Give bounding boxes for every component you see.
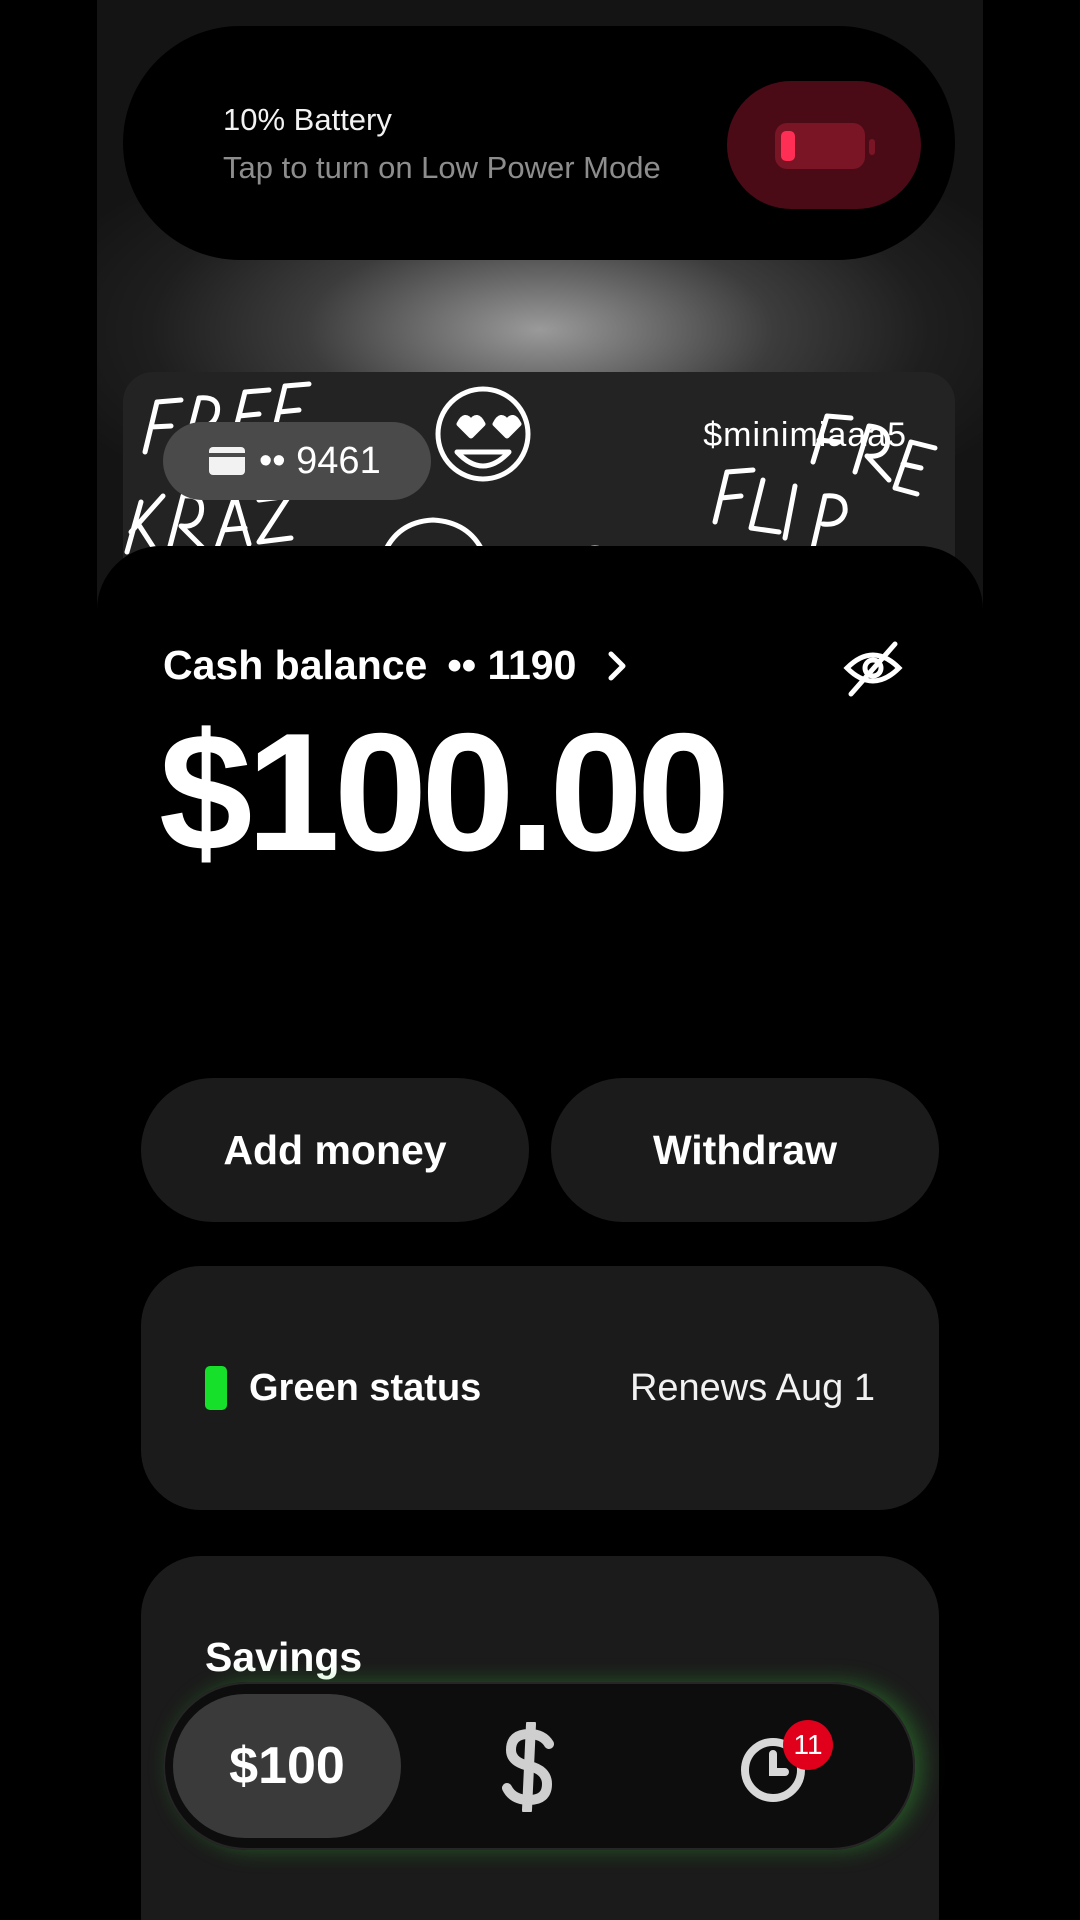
battery-low-icon (775, 123, 875, 169)
withdraw-button[interactable]: Withdraw (551, 1078, 939, 1222)
cashtag: $minimiaaa5 (703, 416, 907, 454)
activity-badge: 11 (783, 1720, 833, 1770)
low-power-mode-button[interactable] (727, 81, 921, 209)
savings-label: Savings (205, 1634, 363, 1680)
cash-balance-link[interactable]: Cash balance •• 1190 (163, 642, 636, 689)
status-label: Green status (249, 1367, 482, 1409)
renewal-date: Renews Aug 1 (629, 1367, 875, 1409)
eye-slash-icon[interactable] (841, 636, 905, 700)
phone-screen: 10% Battery Tap to turn on Low Power Mod… (97, 0, 983, 1920)
account-masked-number: •• 1190 (447, 642, 577, 688)
card-masked-number: •• 9461 (259, 439, 381, 482)
card-icon (209, 447, 245, 475)
status-indicator (205, 1366, 227, 1410)
card-number-chip[interactable]: •• 9461 (163, 422, 431, 500)
dollar-icon[interactable] (499, 1722, 559, 1812)
low-battery-notification[interactable]: 10% Battery Tap to turn on Low Power Mod… (123, 26, 955, 260)
green-status-card[interactable]: Green status Renews Aug 1 (141, 1266, 939, 1510)
tab-balance[interactable]: $100 (173, 1694, 401, 1838)
cash-balance-label: Cash balance (163, 642, 428, 688)
notification-title: 10% Battery (223, 102, 392, 137)
chevron-right-icon (608, 651, 626, 680)
notification-subtitle: Tap to turn on Low Power Mode (223, 150, 661, 185)
add-money-button[interactable]: Add money (141, 1078, 529, 1222)
bottom-tab-bar: $100 11 (163, 1682, 915, 1850)
balance-amount: $100.00 (159, 698, 730, 886)
